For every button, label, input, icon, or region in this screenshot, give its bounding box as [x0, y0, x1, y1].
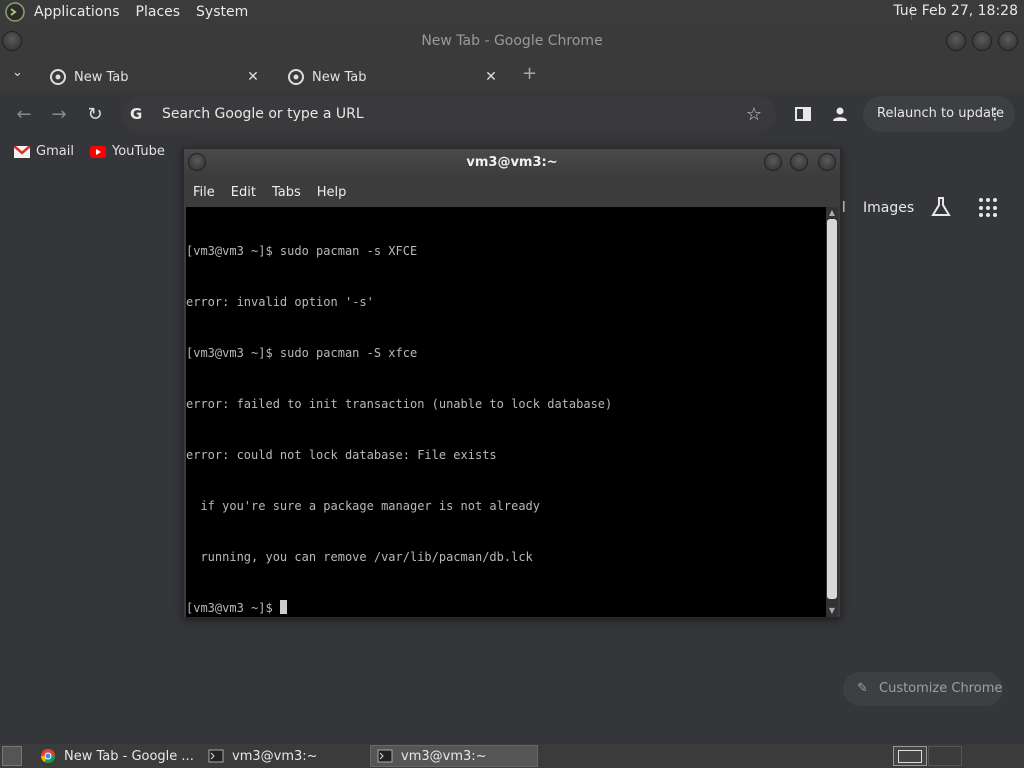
forward-arrow-icon[interactable]: → [47, 103, 71, 127]
prompt-text: [vm3@vm3 ~]$ [186, 601, 280, 615]
bookmark-label: YouTube [112, 144, 165, 159]
new-tab-plus-icon[interactable]: + [522, 63, 537, 84]
tab-close-icon[interactable]: ✕ [482, 68, 500, 86]
close-icon[interactable] [818, 153, 836, 171]
tab-new-tab-1[interactable]: New Tab ✕ [40, 62, 268, 92]
window-menu-icon[interactable] [2, 31, 22, 51]
taskbar-item-chrome[interactable]: New Tab - Google ... [34, 745, 200, 767]
menu-file[interactable]: File [193, 185, 215, 200]
customize-label: Customize Chrome [879, 681, 1003, 696]
scroll-up-arrow-icon[interactable]: ▲ [826, 207, 838, 219]
applications-menu[interactable]: Applications [34, 4, 120, 20]
google-apps-grid-icon[interactable] [979, 198, 999, 218]
terminal-line: error: could not lock database: File exi… [186, 448, 497, 462]
terminal-icon [208, 749, 224, 763]
terminal-menubar: File Edit Tabs Help [184, 177, 840, 207]
chrome-titlebar[interactable]: New Tab - Google Chrome [0, 24, 1024, 58]
terminal-line: error: invalid option '-s' [186, 295, 374, 309]
bookmark-label: Gmail [36, 144, 74, 159]
workspace-2[interactable] [928, 746, 962, 766]
terminal-line: if you're sure a package manager is not … [186, 499, 541, 513]
tab-label: New Tab [312, 69, 367, 85]
terminal-prompt-line: [vm3@vm3 ~]$ [186, 600, 826, 617]
tab-search-chevron-icon[interactable]: ⌄ [12, 65, 23, 80]
toolbar: ← → ↻ G Search Google or type a URL ☆ Re… [0, 92, 1024, 138]
terminal-title: vm3@vm3:~ [466, 155, 558, 170]
terminal-titlebar[interactable]: vm3@vm3:~ [184, 149, 840, 177]
terminal-line: [vm3@vm3 ~]$ sudo pacman -S xfce [186, 346, 418, 360]
pencil-icon: ✎ [857, 681, 868, 696]
reload-icon[interactable]: ↻ [83, 103, 107, 127]
scroll-down-arrow-icon[interactable]: ▼ [826, 605, 838, 617]
chrome-favicon-icon [288, 69, 304, 85]
terminal-line: running, you can remove /var/lib/pacman/… [186, 550, 533, 564]
clock[interactable]: Tue Feb 27, 18:28 [893, 3, 1018, 19]
menu-help[interactable]: Help [317, 185, 347, 200]
labs-flask-icon[interactable] [930, 196, 952, 218]
tab-close-icon[interactable]: ✕ [244, 68, 262, 86]
customize-chrome-button[interactable]: ✎ Customize Chrome [843, 672, 1003, 706]
tab-label: New Tab [74, 69, 129, 85]
chrome-icon [41, 749, 55, 763]
scrollbar-thumb[interactable] [827, 219, 837, 599]
menu-tabs[interactable]: Tabs [272, 185, 301, 200]
show-desktop-icon[interactable] [2, 746, 22, 766]
minimize-icon[interactable] [946, 31, 966, 51]
maximize-icon[interactable] [972, 31, 992, 51]
task-label: New Tab - Google ... [64, 748, 194, 764]
taskbar-item-terminal-2[interactable]: vm3@vm3:~ [370, 745, 538, 767]
side-panel-icon[interactable] [795, 106, 811, 122]
gmail-icon [14, 145, 30, 158]
minimize-icon[interactable] [764, 153, 782, 171]
omnibox[interactable]: G Search Google or type a URL ☆ [122, 96, 776, 132]
terminal-icon [377, 749, 393, 763]
bottom-panel: New Tab - Google ... vm3@vm3:~ vm3@vm3:~ [0, 744, 1024, 768]
profile-icon[interactable] [831, 105, 849, 123]
omnibox-placeholder: Search Google or type a URL [162, 106, 364, 122]
chrome-favicon-icon [50, 69, 66, 85]
terminal-line: [vm3@vm3 ~]$ sudo pacman -s XFCE [186, 244, 418, 258]
menu-kebab-icon[interactable]: ⋮ [987, 96, 1003, 132]
images-link[interactable]: Images [863, 200, 914, 216]
bookmark-youtube[interactable]: YouTube [90, 144, 165, 159]
maximize-icon[interactable] [790, 153, 808, 171]
google-g-icon: G [130, 105, 143, 123]
task-label: vm3@vm3:~ [232, 748, 318, 764]
back-arrow-icon[interactable]: ← [12, 103, 36, 127]
relaunch-label: Relaunch to update [877, 106, 1005, 121]
tab-strip: ⌄ New Tab ✕ New Tab ✕ + [0, 58, 1024, 92]
window-menu-icon[interactable] [188, 153, 206, 171]
taskbar-item-terminal-1[interactable]: vm3@vm3:~ [202, 745, 368, 767]
terminal-window: vm3@vm3:~ File Edit Tabs Help [vm3@vm3 ~… [183, 148, 841, 618]
workspace-1[interactable] [893, 746, 927, 766]
chrome-window-title: New Tab - Google Chrome [421, 33, 603, 49]
bookmark-star-icon[interactable]: ☆ [746, 104, 762, 125]
menu-edit[interactable]: Edit [231, 185, 256, 200]
terminal-scrollbar[interactable]: ▲ ▼ [826, 207, 838, 617]
tab-new-tab-2[interactable]: New Tab ✕ [278, 62, 506, 92]
relaunch-to-update-button[interactable]: Relaunch to update ⋮ [863, 96, 1015, 132]
mate-logo-icon[interactable] [4, 1, 26, 23]
bookmark-gmail[interactable]: Gmail [14, 144, 74, 159]
youtube-icon [90, 145, 106, 158]
terminal-output[interactable]: [vm3@vm3 ~]$ sudo pacman -s XFCE error: … [186, 207, 826, 617]
places-menu[interactable]: Places [136, 4, 181, 20]
terminal-line: error: failed to init transaction (unabl… [186, 397, 613, 411]
task-label: vm3@vm3:~ [401, 748, 487, 764]
top-panel: Applications Places System Tue Feb 27, 1… [0, 0, 1024, 24]
close-icon[interactable] [998, 31, 1018, 51]
text-cursor [279, 600, 287, 614]
system-menu[interactable]: System [196, 4, 248, 20]
